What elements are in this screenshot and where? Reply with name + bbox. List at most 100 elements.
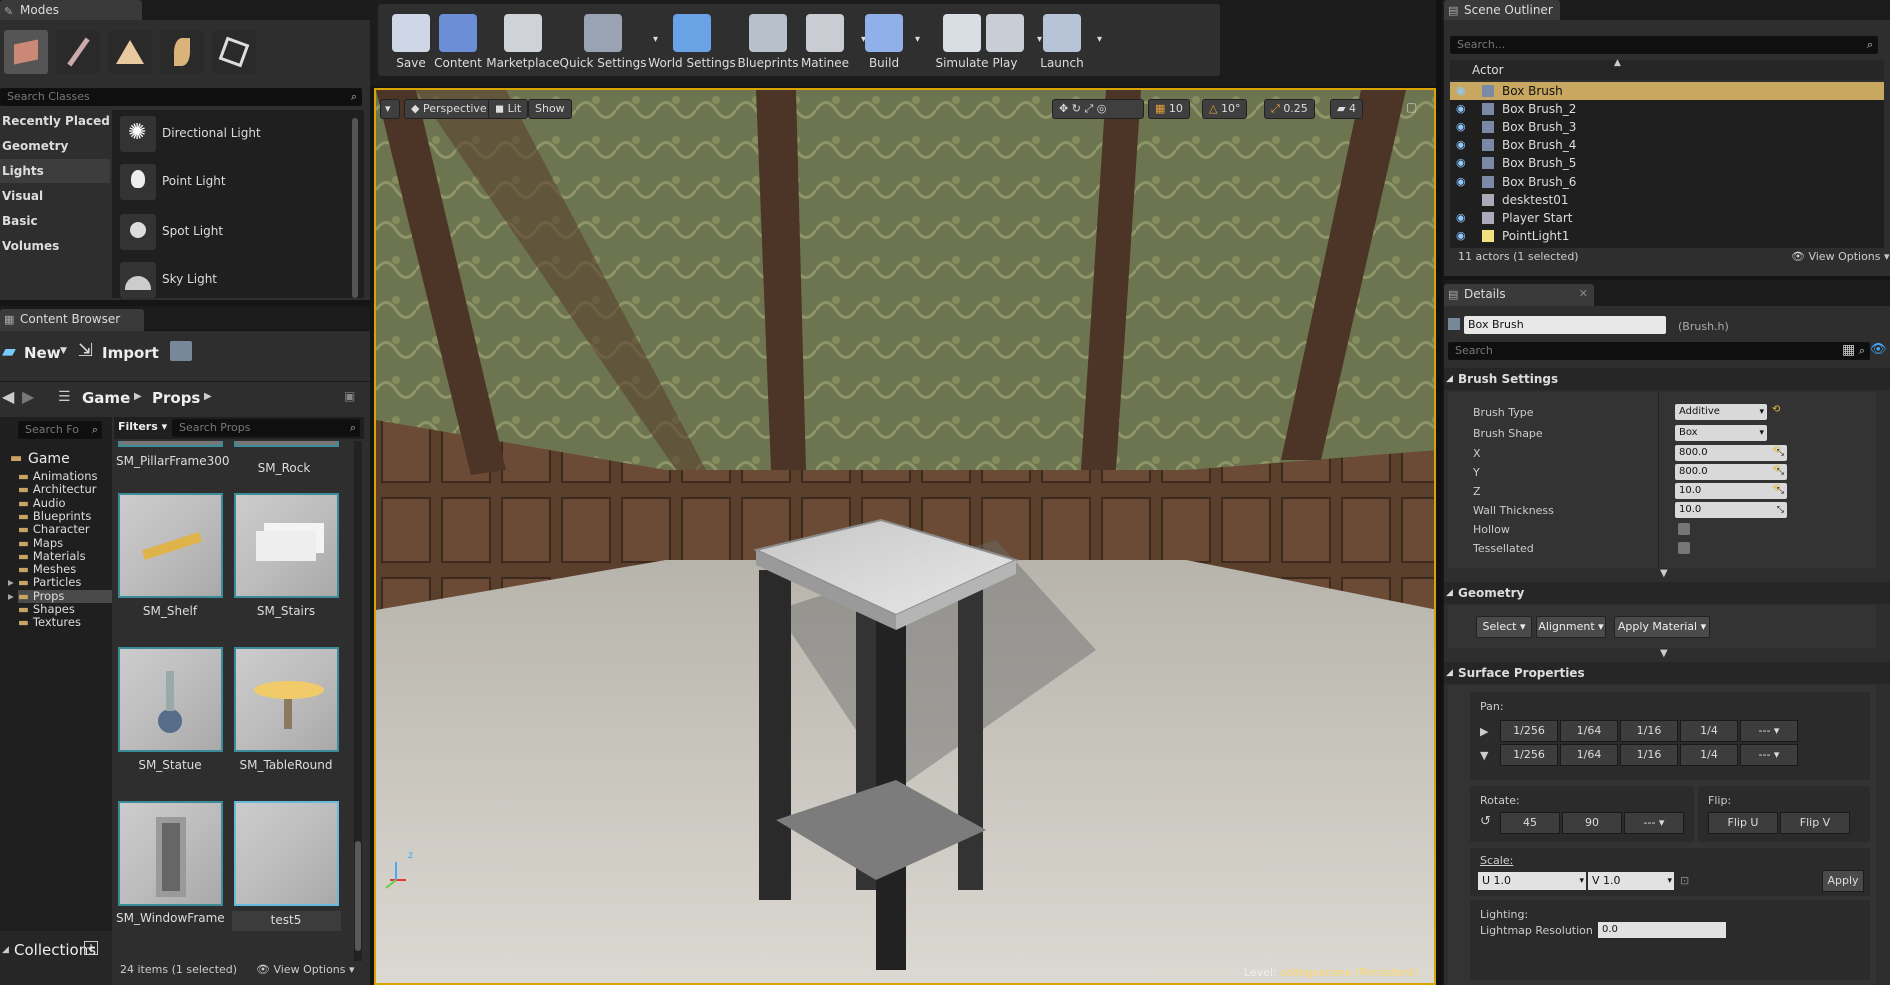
show-button[interactable]: Show bbox=[528, 99, 572, 119]
scale-v-input[interactable]: V 1.0 ▾ bbox=[1588, 872, 1674, 890]
build-button[interactable]: Build ▾ bbox=[854, 10, 920, 76]
filters-button[interactable]: Filters ▾ bbox=[118, 420, 167, 433]
reset-to-default-icon[interactable]: ⟲ bbox=[1772, 404, 1780, 415]
tree-root-game[interactable]: ▬ Game bbox=[10, 450, 110, 468]
content-button[interactable]: Content bbox=[426, 10, 490, 76]
asset-thumbnail-test5[interactable] bbox=[234, 801, 339, 906]
visibility-eye-icon[interactable]: ◉ bbox=[1456, 82, 1466, 100]
new-button[interactable]: ▰ New ▼ bbox=[2, 341, 72, 363]
flip-v-button[interactable]: Flip V bbox=[1780, 812, 1850, 834]
folder-item-audio[interactable]: ▬ Audio bbox=[18, 496, 112, 510]
property-value-field[interactable]: 800.0 ⤡ bbox=[1675, 445, 1787, 461]
flip-u-button[interactable]: Flip U bbox=[1708, 812, 1778, 834]
scrollbar[interactable] bbox=[354, 441, 362, 961]
table-row[interactable]: ◉ Box Brush_5 bbox=[1450, 154, 1884, 172]
category-volumes[interactable]: Volumes bbox=[2, 239, 59, 253]
launch-button[interactable]: Launch ▾ bbox=[1028, 10, 1102, 76]
search-props-input[interactable]: Search Props ⌕ bbox=[172, 419, 360, 437]
chevron-down-icon[interactable]: ▾ bbox=[1097, 34, 1102, 45]
pan-custom-dropdown[interactable]: --- ▾ bbox=[1740, 744, 1798, 766]
category-geometry[interactable]: Geometry bbox=[2, 139, 68, 153]
property-value-field[interactable]: 800.0 ⤡ bbox=[1675, 464, 1787, 480]
lock-icon[interactable]: ⊡ bbox=[1680, 874, 1689, 887]
visibility-eye-icon[interactable]: ◉ bbox=[1456, 154, 1466, 172]
import-button[interactable]: ⇲ Import bbox=[78, 340, 168, 363]
property-value-field[interactable]: Additive ▾ bbox=[1675, 404, 1767, 420]
chevron-down-icon[interactable]: ▾ bbox=[1759, 404, 1764, 420]
path-list-icon[interactable]: ☰ bbox=[58, 389, 71, 405]
folder-item-meshes[interactable]: ▬ Meshes bbox=[18, 563, 112, 576]
outliner-view-options[interactable]: 👁 View Options ▾ bbox=[1791, 250, 1890, 263]
play-button[interactable]: Play ▾ bbox=[974, 10, 1042, 76]
category-lights[interactable]: Lights bbox=[2, 164, 44, 178]
rotate-custom-dropdown[interactable]: --- ▾ bbox=[1624, 812, 1684, 834]
folder-item-props[interactable]: ▬ Props ▸ bbox=[8, 589, 112, 603]
table-row[interactable]: ◉ Box Brush_4 bbox=[1450, 136, 1884, 154]
tab-scene-outliner[interactable]: ▤ Scene Outliner bbox=[1444, 0, 1560, 22]
viewport-options-button[interactable]: ▾ bbox=[380, 99, 400, 119]
grid-snap-toggle[interactable]: ▦ 10 bbox=[1148, 99, 1190, 119]
tab-content-browser[interactable]: ▦ Content Browser bbox=[0, 309, 144, 331]
asset-thumbnail-table-round[interactable] bbox=[234, 647, 339, 752]
geometry-header[interactable]: ◢ Geometry bbox=[1444, 582, 1890, 604]
save-all-icon[interactable] bbox=[170, 341, 192, 361]
expand-arrow-icon[interactable]: ▸ bbox=[8, 576, 14, 589]
folder-item-maps[interactable]: ▬ Maps bbox=[18, 536, 112, 550]
visibility-eye-icon[interactable]: ◉ bbox=[1456, 227, 1466, 245]
table-row[interactable]: ◉ Box Brush_3 bbox=[1450, 118, 1884, 136]
scale-u-input[interactable]: U 1.0 ▾ bbox=[1478, 872, 1586, 890]
reset-to-default-icon[interactable]: ⟲ bbox=[1772, 445, 1780, 456]
actor-column-header[interactable]: Actor bbox=[1472, 63, 1504, 77]
search-classes-input[interactable]: Search Classes ⌕ bbox=[0, 88, 362, 106]
folder-item-animations[interactable]: ▬ Animations bbox=[18, 470, 112, 483]
chevron-down-icon[interactable]: ▾ bbox=[915, 34, 920, 45]
camera-speed-button[interactable]: ▰ 4 bbox=[1330, 99, 1363, 119]
viewport[interactable]: ▾ ◆ Perspective ◼ Lit Show ✥ ↻ ⤢ ◎ ▦ 10 … bbox=[374, 88, 1436, 985]
folder-item-materials[interactable]: ▬ Materials bbox=[18, 549, 112, 563]
foliage-mode-icon[interactable] bbox=[160, 30, 204, 74]
asset-thumbnail-shelf[interactable] bbox=[118, 493, 223, 598]
pan-button[interactable]: 1/256 bbox=[1500, 720, 1558, 742]
list-item-spot-light[interactable]: Spot Light bbox=[120, 214, 350, 250]
matinee-button[interactable]: Matinee ▾ bbox=[790, 10, 866, 76]
forward-arrow-icon[interactable]: ▶ bbox=[22, 387, 34, 406]
lightmap-input[interactable]: 0.0 bbox=[1598, 922, 1726, 938]
expand-arrow-icon[interactable]: ▼ bbox=[1660, 648, 1668, 659]
visibility-eye-icon[interactable]: ◉ bbox=[1456, 118, 1466, 136]
apply-material-dropdown[interactable]: Apply Material ▾ bbox=[1614, 616, 1710, 638]
place-mode-icon[interactable] bbox=[4, 30, 48, 74]
property-value-field[interactable]: 10.0 ⤡ bbox=[1675, 502, 1787, 518]
reset-to-default-icon[interactable]: ⟲ bbox=[1772, 464, 1780, 475]
list-item-directional-light[interactable]: ✺ Directional Light bbox=[120, 116, 350, 152]
rotation-snap-toggle[interactable]: △ 10° bbox=[1202, 99, 1248, 119]
list-item-sky-light[interactable]: Sky Light bbox=[120, 262, 350, 298]
brush-settings-header[interactable]: ◢ Brush Settings bbox=[1444, 368, 1890, 390]
folder-item-blueprints[interactable]: ▬ Blueprints bbox=[18, 509, 112, 523]
surface-properties-header[interactable]: ◢ Surface Properties bbox=[1444, 662, 1890, 684]
category-basic[interactable]: Basic bbox=[2, 214, 38, 228]
add-collection-icon[interactable]: + bbox=[84, 941, 98, 955]
eye-icon[interactable]: 👁 bbox=[1870, 342, 1887, 357]
pan-button[interactable]: 1/64 bbox=[1560, 720, 1618, 742]
path-props[interactable]: Props bbox=[152, 389, 200, 407]
path-game[interactable]: Game bbox=[82, 389, 130, 407]
pan-button[interactable]: 1/64 bbox=[1560, 744, 1618, 766]
geometry-mode-icon[interactable] bbox=[212, 30, 256, 74]
property-value-field[interactable]: Box ▾ bbox=[1675, 425, 1767, 441]
scrollbar[interactable] bbox=[352, 118, 358, 298]
paint-mode-icon[interactable] bbox=[56, 30, 100, 74]
table-row[interactable]: ◉ Box Brush_2 bbox=[1450, 100, 1884, 118]
category-visual[interactable]: Visual bbox=[2, 189, 43, 203]
visibility-eye-icon[interactable]: ◉ bbox=[1456, 191, 1466, 209]
outliner-search-input[interactable]: Search... ⌕ bbox=[1450, 36, 1878, 54]
folder-item-architectur[interactable]: ▬ Architectur bbox=[18, 483, 112, 496]
folder-item-character[interactable]: ▬ Character bbox=[18, 523, 112, 536]
transform-tools[interactable]: ✥ ↻ ⤢ ◎ bbox=[1052, 99, 1144, 119]
visibility-eye-icon[interactable]: ◉ bbox=[1456, 136, 1466, 154]
visibility-eye-icon[interactable]: ◉ bbox=[1456, 100, 1466, 118]
class-hint[interactable]: (Brush.h) bbox=[1678, 320, 1729, 333]
back-arrow-icon[interactable]: ◀ bbox=[2, 387, 14, 406]
rotate-90-button[interactable]: 90 bbox=[1562, 812, 1622, 834]
pan-button[interactable]: 1/16 bbox=[1620, 744, 1678, 766]
table-row[interactable]: ◉ desktest01 bbox=[1450, 191, 1884, 209]
